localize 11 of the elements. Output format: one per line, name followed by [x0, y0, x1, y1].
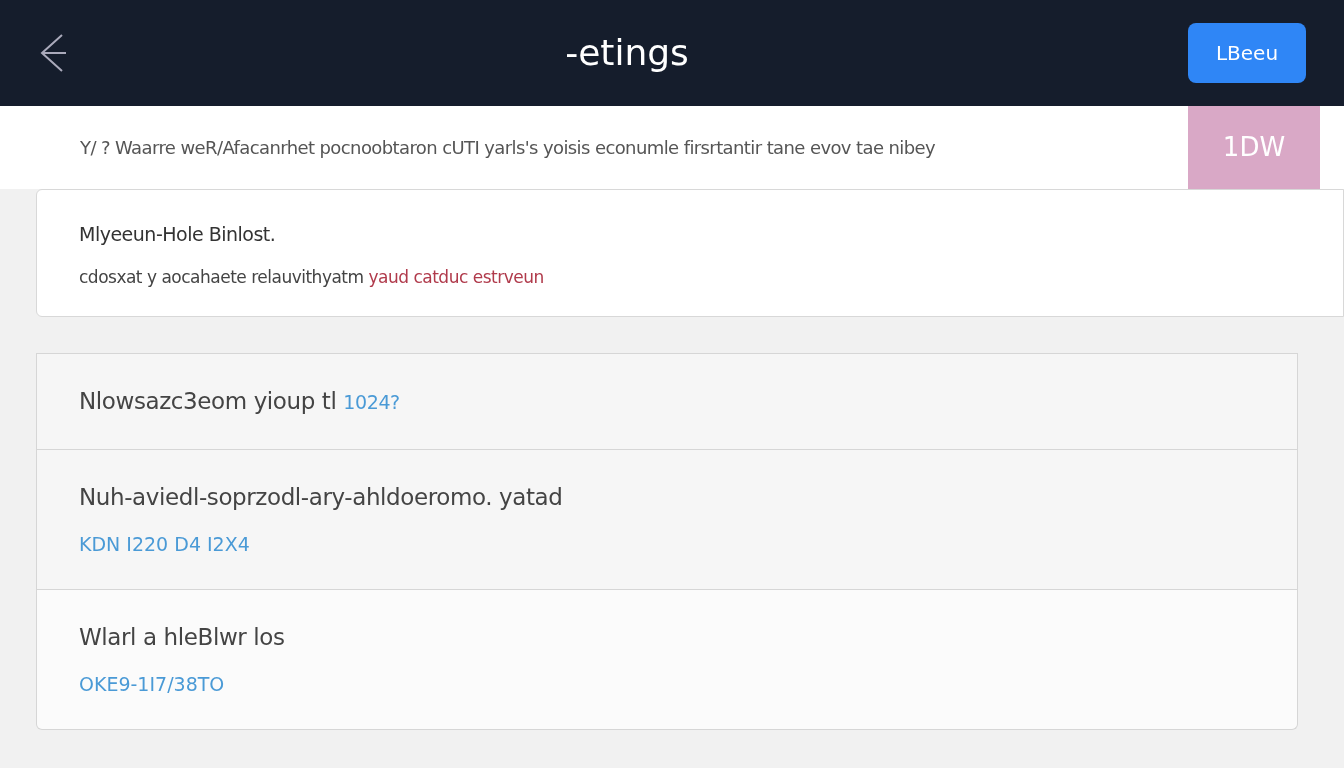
page-title: -etings: [565, 31, 689, 75]
back-button[interactable]: [38, 33, 66, 73]
banner-text: Y/ ? Waarre weR/Afacanrhet pocnoobtaron cUTI yarls's yoisis econumle firsrtantir tane evov tae nibey: [80, 136, 936, 160]
notice-text: cdosxat y aocahaete relauvithyatm yaud catduc estrveun: [79, 265, 545, 289]
item-detail: OKE9-1I7/38TO: [79, 672, 226, 697]
list-item[interactable]: Nlowsazc3eom yioup tl 1024?: [36, 353, 1298, 450]
item-detail: KDN I220 D4 I2X4: [79, 532, 251, 557]
banner-badge: 1DW: [1188, 106, 1320, 189]
list-item[interactable]: Nuh-aviedl-soprzodl-ary-ahldoeromo. yatad KDN I220 D4 I2X4: [36, 449, 1298, 590]
notice-title: Mlyeeun-Hole Binlost.: [79, 222, 277, 247]
header-button[interactable]: LBeeu: [1188, 23, 1306, 83]
